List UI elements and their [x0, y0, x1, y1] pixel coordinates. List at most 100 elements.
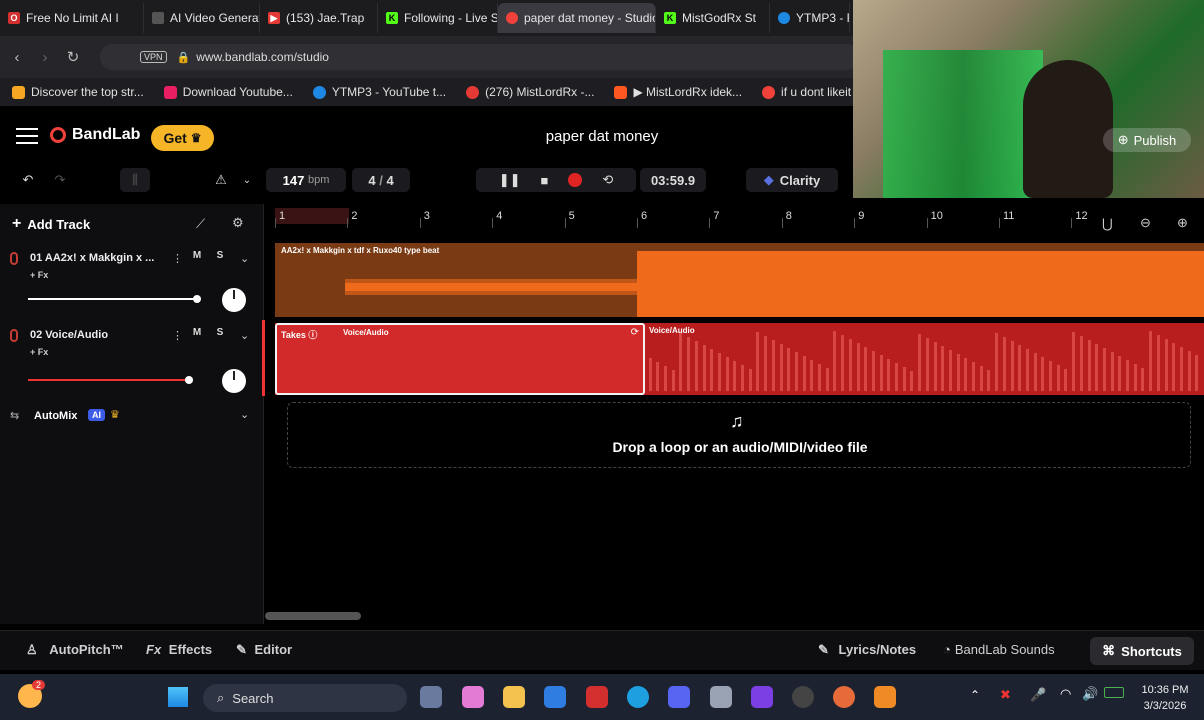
track-header-1[interactable]: 01 AA2x! x Makkgin x ... + Fx ⋮ M S ⌄	[0, 246, 262, 322]
add-fx-button[interactable]: + Fx	[30, 270, 48, 280]
copilot-icon[interactable]	[462, 686, 484, 708]
volume-slider-handle[interactable]	[192, 295, 201, 303]
redo-icon[interactable]: ↷	[46, 168, 74, 192]
volume-slider-handle[interactable]	[184, 376, 193, 384]
effects-button[interactable]: Fx Effects	[146, 642, 212, 657]
lyrics-button[interactable]: ✎ Lyrics/Notes	[818, 642, 916, 658]
loop-icon[interactable]: ⟳	[631, 327, 639, 338]
magnet-icon[interactable]: ⋃	[1102, 216, 1113, 232]
tab-3[interactable]: ▶ (153) Jae.Trap	[260, 3, 378, 33]
zoom-in-icon[interactable]: ⊕	[1177, 215, 1188, 231]
tray-app-icon[interactable]: ✖	[1000, 687, 1011, 703]
beat-region[interactable]: AA2x! x Makkgin x tdf x Ruxo40 type beat	[275, 243, 1204, 317]
wifi-icon[interactable]: ◠	[1060, 686, 1071, 702]
tab-4[interactable]: K Following - Live S	[378, 3, 498, 33]
opera-icon[interactable]	[586, 686, 608, 708]
back-icon[interactable]: ‹	[6, 49, 28, 66]
app-icon[interactable]	[751, 686, 773, 708]
mute-button[interactable]: M	[189, 250, 205, 261]
solo-button[interactable]: S	[212, 327, 228, 338]
battery-icon[interactable]	[1104, 687, 1124, 698]
vpn-badge[interactable]: VPN	[140, 51, 167, 63]
add-track-button[interactable]: + Add Track	[12, 212, 90, 236]
hamburger-menu-icon[interactable]	[16, 128, 38, 148]
pan-knob[interactable]	[222, 288, 246, 312]
track-settings-icon[interactable]: ⚙	[232, 215, 244, 231]
autopitch-button[interactable]: ♙ AutoPitch™	[26, 642, 124, 658]
chevron-up-icon[interactable]: ⌃	[970, 688, 980, 702]
file-explorer-icon[interactable]	[503, 686, 525, 708]
windows-start-icon[interactable]	[168, 687, 188, 707]
bookmark-2[interactable]: Download Youtube...	[163, 85, 293, 99]
chevron-down-icon[interactable]: ⌄	[240, 408, 249, 421]
microphone-icon[interactable]: 🎤	[1030, 687, 1046, 703]
bookmark-3[interactable]: YTMP3 - YouTube t...	[312, 85, 446, 99]
app-icon[interactable]	[544, 686, 566, 708]
time-display[interactable]: 03:59.9	[640, 168, 706, 192]
tab-6[interactable]: K MistGodRx St	[656, 3, 770, 33]
mute-button[interactable]: M	[189, 327, 205, 338]
track-name[interactable]: 01 AA2x! x Makkgin x ...	[30, 252, 154, 264]
pause-icon[interactable]: ❚❚	[499, 172, 521, 188]
bookmark-4[interactable]: (276) MistLordRx -...	[466, 85, 594, 99]
timeline-ruler[interactable]: 1 2 3 4 5 6 7 8 9 10 11 12	[275, 204, 1204, 228]
camera-icon[interactable]	[710, 686, 732, 708]
volume-slider[interactable]	[28, 379, 189, 381]
task-view-icon[interactable]	[420, 686, 442, 708]
reload-icon[interactable]: ↻	[62, 48, 84, 66]
horizontal-scrollbar[interactable]	[265, 612, 361, 620]
bookmark-5[interactable]: ▶ MistLordRx idek...	[614, 85, 742, 99]
project-title[interactable]: paper dat money	[480, 128, 724, 145]
wand-icon[interactable]: ⟋	[196, 216, 205, 232]
shortcuts-button[interactable]: ⌘ Shortcuts	[1090, 637, 1194, 665]
app-icon[interactable]	[833, 686, 855, 708]
pan-knob[interactable]	[222, 369, 246, 393]
bandlab-sounds-button[interactable]: ◔ BandLab Sounds	[943, 642, 1055, 657]
tab-7[interactable]: YTMP3 - Free Yo	[770, 3, 850, 33]
solo-button[interactable]: S	[212, 250, 228, 261]
tab-1[interactable]: O Free No Limit AI I	[0, 3, 144, 33]
forward-icon[interactable]: ›	[34, 49, 56, 66]
publish-button[interactable]: ⊕ Publish	[1103, 128, 1191, 152]
discord-icon[interactable]	[668, 686, 690, 708]
undo-icon[interactable]: ↶	[14, 168, 42, 192]
system-clock[interactable]: 10:36 PM 3/3/2026	[1132, 682, 1198, 714]
loop-icon[interactable]: ⟲	[602, 172, 613, 188]
url-field[interactable]: VPN 🔒 www.bandlab.com/studio	[100, 44, 860, 70]
track-menu-icon[interactable]: ⋮	[172, 329, 183, 342]
fl-studio-icon[interactable]	[874, 686, 896, 708]
chevron-down-icon[interactable]: ⌄	[240, 252, 249, 265]
clarity-button[interactable]: ◆ Clarity	[746, 168, 838, 192]
drop-zone[interactable]: ♫ Drop a loop or an audio/MIDI/video fil…	[287, 402, 1191, 468]
bookmark-1[interactable]: Discover the top str...	[12, 85, 144, 99]
record-icon[interactable]	[568, 173, 583, 187]
stop-icon[interactable]: ■	[541, 173, 549, 188]
mic-icon[interactable]	[10, 252, 18, 265]
track-menu-icon[interactable]: ⋮	[172, 252, 183, 265]
mixer-icon[interactable]: ⫼	[120, 168, 150, 192]
volume-slider[interactable]	[28, 298, 197, 300]
url-text[interactable]: www.bandlab.com/studio	[196, 50, 329, 64]
get-membership-button[interactable]: Get ♛	[151, 125, 214, 151]
metronome-icon[interactable]: ⚠	[208, 168, 234, 192]
automix-row[interactable]: ⇆ AutoMix AI ♛ ⌄	[0, 402, 262, 432]
track-header-2[interactable]: 02 Voice/Audio + Fx ⋮ M S ⌄	[0, 323, 262, 399]
track-name[interactable]: 02 Voice/Audio	[30, 329, 108, 341]
takes-region[interactable]: Takes ⓘ Voice/Audio ⟳	[275, 323, 645, 395]
editor-button[interactable]: ✎ Editor	[236, 642, 292, 658]
obs-icon[interactable]	[792, 686, 814, 708]
mic-icon[interactable]	[10, 329, 18, 342]
chevron-down-icon[interactable]: ⌄	[240, 329, 249, 342]
volume-icon[interactable]: 🔊	[1082, 686, 1098, 702]
taskbar-search[interactable]: ⌕ Search	[203, 684, 407, 712]
time-signature-field[interactable]: 4 / 4	[352, 168, 410, 192]
tab-active-studio[interactable]: paper dat money - Studio	[498, 3, 656, 33]
metronome-chevron-icon[interactable]: ⌄	[238, 168, 256, 192]
zoom-out-icon[interactable]: ⊖	[1140, 215, 1151, 231]
add-fx-button[interactable]: + Fx	[30, 347, 48, 357]
bandlab-logo[interactable]: BandLab	[50, 126, 140, 144]
bpm-field[interactable]: 147 bpm	[266, 168, 346, 192]
voice-region[interactable]: Takes ⓘ Voice/Audio ⟳ Voice/Audio	[275, 323, 1204, 395]
edge-icon[interactable]	[627, 686, 649, 708]
tab-2[interactable]: AI Video Generat	[144, 3, 260, 33]
